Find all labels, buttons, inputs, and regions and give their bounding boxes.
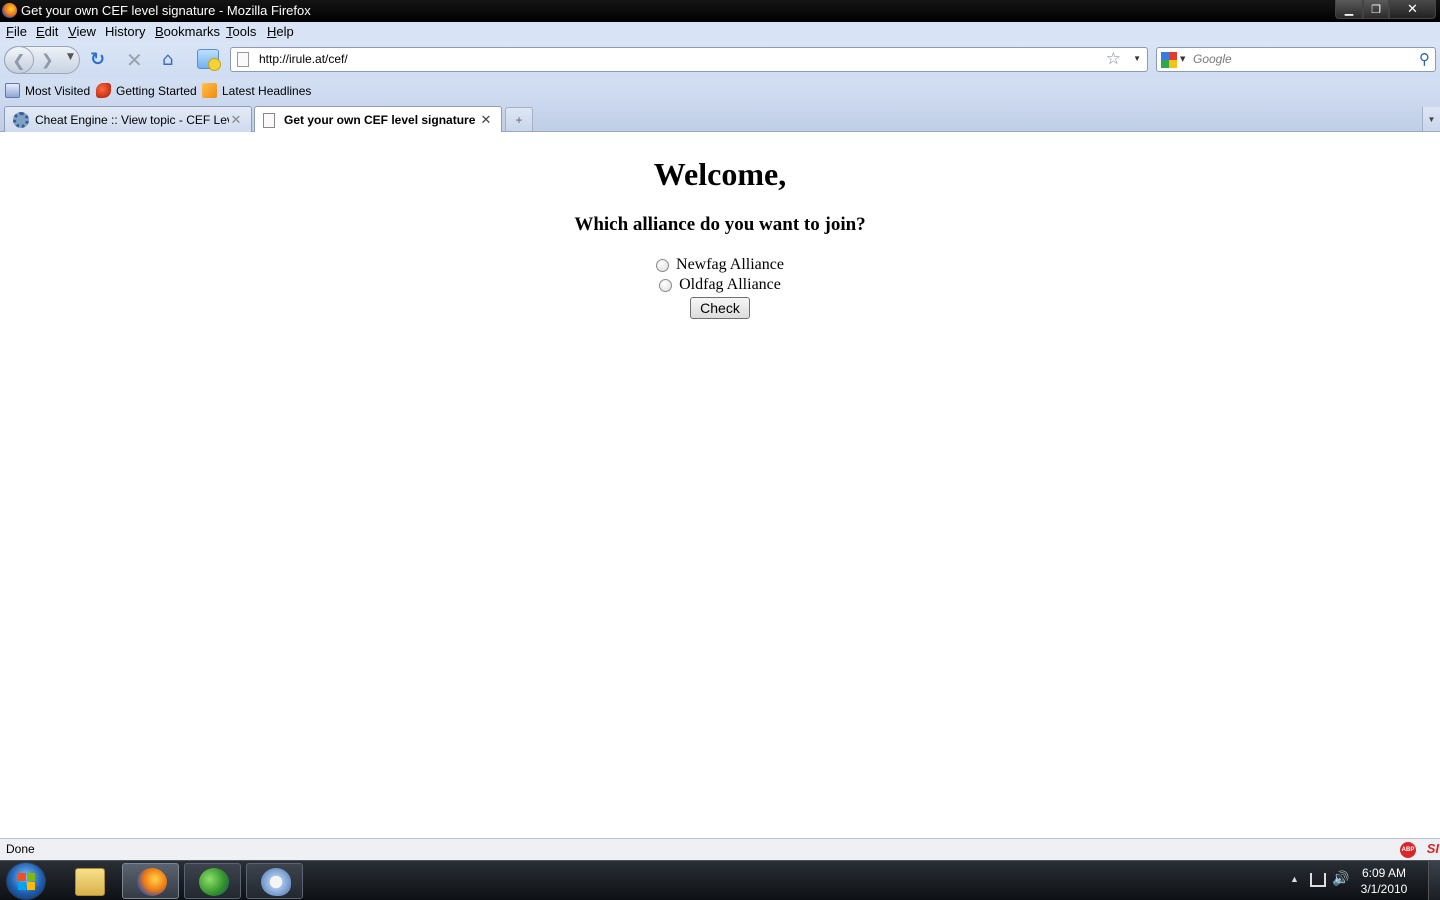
- reload-icon[interactable]: ↻: [90, 50, 105, 70]
- close-icon: ✕: [1407, 1, 1418, 16]
- paint-palette-icon: [261, 868, 291, 896]
- chevron-down-icon: ▼: [1427, 114, 1436, 124]
- list-all-tabs-button[interactable]: ▼: [1422, 107, 1440, 131]
- option-label: Oldfag Alliance: [679, 276, 781, 293]
- network-icon[interactable]: [1310, 873, 1326, 887]
- search-input[interactable]: [1193, 52, 1413, 66]
- page-content: Welcome, Which alliance do you want to j…: [0, 132, 1440, 838]
- alliance-question: Which alliance do you want to join?: [574, 214, 866, 235]
- tab-strip: Cheat Engine :: View topic - CEF Lev... …: [0, 103, 1440, 133]
- tab-label: Cheat Engine :: View topic - CEF Lev...: [35, 112, 229, 127]
- cheat-engine-gear-icon: [13, 111, 29, 128]
- back-forward-group: ❮ ❯ ▼: [4, 46, 80, 74]
- window-controls: ▁ ❐ ✕: [1335, 0, 1436, 19]
- addon-icon[interactable]: [197, 49, 221, 71]
- back-icon: ❮: [12, 50, 26, 70]
- page-title: Welcome,: [653, 156, 787, 192]
- check-button[interactable]: Check: [690, 297, 750, 319]
- bookmark-latest-headlines[interactable]: Latest Headlines: [202, 83, 311, 98]
- back-button[interactable]: ❮: [4, 46, 34, 74]
- firefox-icon: [137, 868, 167, 896]
- menu-edit[interactable]: Edit: [36, 24, 58, 39]
- rss-icon: [202, 83, 217, 98]
- bookmarks-toolbar: Most Visited Getting Started Latest Head…: [0, 78, 1440, 103]
- bookmark-star-icon[interactable]: ☆: [1106, 49, 1121, 69]
- stop-icon[interactable]: ✕: [126, 50, 143, 70]
- page-icon: [263, 112, 275, 128]
- tab-cheat-engine[interactable]: Cheat Engine :: View topic - CEF Lev... …: [4, 106, 252, 132]
- folder-icon: [75, 868, 105, 896]
- maximize-button[interactable]: ❐: [1363, 0, 1389, 19]
- option-newfag[interactable]: Newfag Alliance: [0, 256, 1440, 274]
- bookmark-getting-started[interactable]: Getting Started: [96, 83, 197, 98]
- magnifier-icon[interactable]: ⚲: [1419, 50, 1430, 68]
- option-label: Newfag Alliance: [676, 256, 784, 273]
- menu-file[interactable]: File: [6, 24, 27, 39]
- radio-oldfag[interactable]: [659, 278, 673, 292]
- page-icon: [237, 52, 249, 67]
- menu-bar: File Edit View History Bookmarks Tools H…: [0, 22, 1440, 42]
- menu-tools[interactable]: Tools: [226, 24, 256, 39]
- home-icon[interactable]: ⌂: [162, 50, 173, 70]
- taskbar-messenger[interactable]: [184, 863, 241, 899]
- adblock-icon[interactable]: ABP: [1400, 842, 1416, 858]
- taskbar-explorer[interactable]: [60, 863, 117, 899]
- url-input[interactable]: [259, 52, 1099, 66]
- history-dropdown-icon[interactable]: ▼: [67, 52, 74, 62]
- window-titlebar: Get your own CEF level signature - Mozil…: [0, 0, 1440, 22]
- menu-view[interactable]: View: [68, 24, 96, 39]
- radio-newfag[interactable]: [656, 258, 670, 272]
- si-icon[interactable]: SI: [1427, 841, 1439, 856]
- maximize-icon: ❐: [1371, 3, 1381, 16]
- url-dropdown-icon[interactable]: ▼: [1133, 54, 1141, 63]
- option-oldfag[interactable]: Oldfag Alliance: [0, 276, 1440, 294]
- menu-help[interactable]: Help: [267, 24, 294, 39]
- tab-close-icon[interactable]: ✕: [229, 112, 243, 128]
- windows-logo-icon: [18, 873, 36, 891]
- system-tray: ▲ 🔊 6:09 AM 3/1/2010: [1280, 861, 1440, 900]
- minimize-button[interactable]: ▁: [1335, 0, 1363, 19]
- search-bar[interactable]: ▼ ⚲: [1156, 47, 1436, 72]
- engine-dropdown-icon[interactable]: ▼: [1180, 55, 1185, 63]
- show-desktop-button[interactable]: [1428, 861, 1440, 900]
- taskbar-firefox[interactable]: [122, 863, 179, 899]
- tab-cef-signature[interactable]: Get your own CEF level signature ✕: [254, 106, 502, 133]
- show-hidden-icons-icon[interactable]: ▲: [1290, 874, 1299, 884]
- tab-close-icon[interactable]: ✕: [479, 112, 493, 128]
- start-button[interactable]: [6, 862, 46, 900]
- forward-button[interactable]: ❯: [41, 51, 54, 69]
- forward-icon: ❯: [41, 51, 54, 69]
- menu-history[interactable]: History: [105, 24, 145, 39]
- clock-time[interactable]: 6:09 AM: [1358, 866, 1410, 880]
- window-title: Get your own CEF level signature - Mozil…: [21, 3, 311, 18]
- status-bar: Done ABP SI: [0, 838, 1440, 860]
- clock-date[interactable]: 3/1/2010: [1358, 882, 1410, 896]
- new-tab-button[interactable]: +: [505, 107, 533, 131]
- getting-started-icon: [96, 83, 111, 98]
- status-text: Done: [6, 842, 35, 856]
- navigation-toolbar: ❮ ❯ ▼ ↻ ✕ ⌂ ☆ ▼ ▼ ⚲: [0, 42, 1440, 78]
- messenger-icon: [199, 868, 229, 896]
- plus-icon: +: [515, 112, 523, 127]
- url-bar[interactable]: ☆ ▼: [230, 47, 1148, 72]
- most-visited-icon: [5, 83, 20, 98]
- taskbar: ▲ 🔊 6:09 AM 3/1/2010: [0, 860, 1440, 900]
- menu-bookmarks[interactable]: Bookmarks: [155, 24, 220, 39]
- minimize-icon: ▁: [1344, 3, 1354, 16]
- search-engine-icon[interactable]: [1161, 52, 1177, 68]
- firefox-icon: [2, 3, 17, 18]
- bookmark-most-visited[interactable]: Most Visited: [5, 83, 90, 98]
- taskbar-paint[interactable]: [246, 863, 303, 899]
- volume-icon[interactable]: 🔊: [1332, 870, 1349, 887]
- tab-label: Get your own CEF level signature: [284, 113, 476, 127]
- close-button[interactable]: ✕: [1389, 0, 1436, 19]
